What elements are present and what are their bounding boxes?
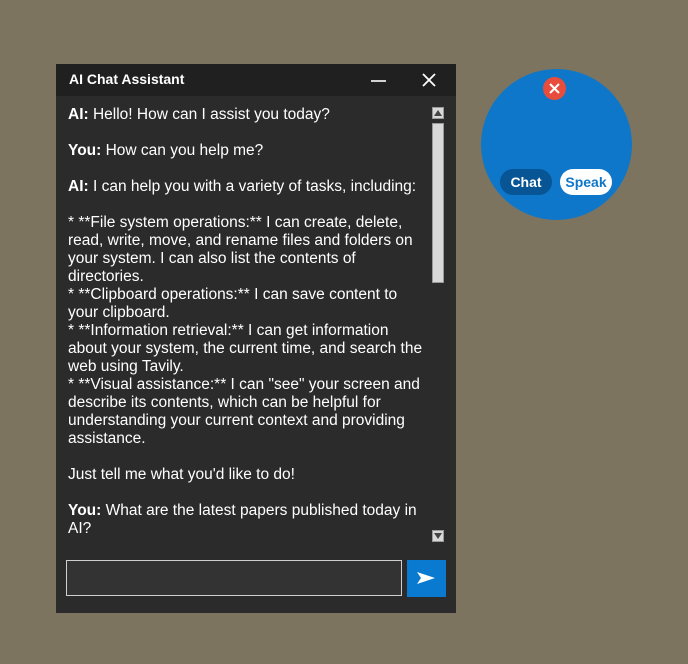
- message-speaker: You:: [68, 502, 102, 519]
- message-text: I can help you with a variety of tasks, …: [88, 178, 417, 195]
- close-icon: [422, 73, 436, 87]
- minimize-icon: [371, 80, 386, 82]
- floating-assistant-bubble[interactable]: Chat Speak: [481, 69, 632, 220]
- message-speaker: You:: [68, 142, 102, 159]
- bubble-close-button[interactable]: [543, 77, 566, 100]
- message: You: What are the latest papers publishe…: [68, 502, 430, 538]
- close-circle-icon: [549, 83, 560, 94]
- speak-button[interactable]: Speak: [560, 169, 612, 195]
- window-title: AI Chat Assistant: [69, 71, 185, 87]
- message-text: * **File system operations:** I can crea…: [68, 214, 423, 447]
- scroll-down-button[interactable]: [432, 530, 444, 542]
- message: Just tell me what you'd like to do!: [68, 466, 430, 484]
- message-input[interactable]: [66, 560, 402, 596]
- message-text: How can you help me?: [101, 142, 264, 159]
- message: You: How can you help me?: [68, 142, 430, 160]
- title-bar[interactable]: AI Chat Assistant: [56, 64, 456, 96]
- message: AI: Hello! How can I assist you today?: [68, 106, 430, 124]
- message-text: What are the latest papers published tod…: [68, 502, 421, 537]
- message-speaker: AI:: [68, 106, 89, 123]
- send-button[interactable]: [407, 560, 446, 597]
- message-list[interactable]: AI: Hello! How can I assist you today? Y…: [68, 106, 430, 546]
- chat-button[interactable]: Chat: [500, 169, 552, 195]
- triangle-up-icon: [434, 110, 442, 116]
- message: AI: I can help you with a variety of tas…: [68, 178, 430, 196]
- scroll-thumb[interactable]: [432, 123, 444, 283]
- close-button[interactable]: [406, 64, 452, 96]
- vertical-scrollbar[interactable]: [431, 106, 446, 546]
- message-text: Hello! How can I assist you today?: [88, 106, 330, 123]
- minimize-button[interactable]: [356, 64, 402, 96]
- message-text: Just tell me what you'd like to do!: [68, 466, 295, 483]
- message-speaker: AI:: [68, 178, 89, 195]
- send-arrow-icon: [417, 572, 435, 584]
- triangle-down-icon: [434, 533, 442, 539]
- message: * **File system operations:** I can crea…: [68, 214, 430, 448]
- chat-window: AI Chat Assistant AI: Hello! How can I a…: [56, 64, 456, 613]
- scroll-up-button[interactable]: [432, 107, 444, 119]
